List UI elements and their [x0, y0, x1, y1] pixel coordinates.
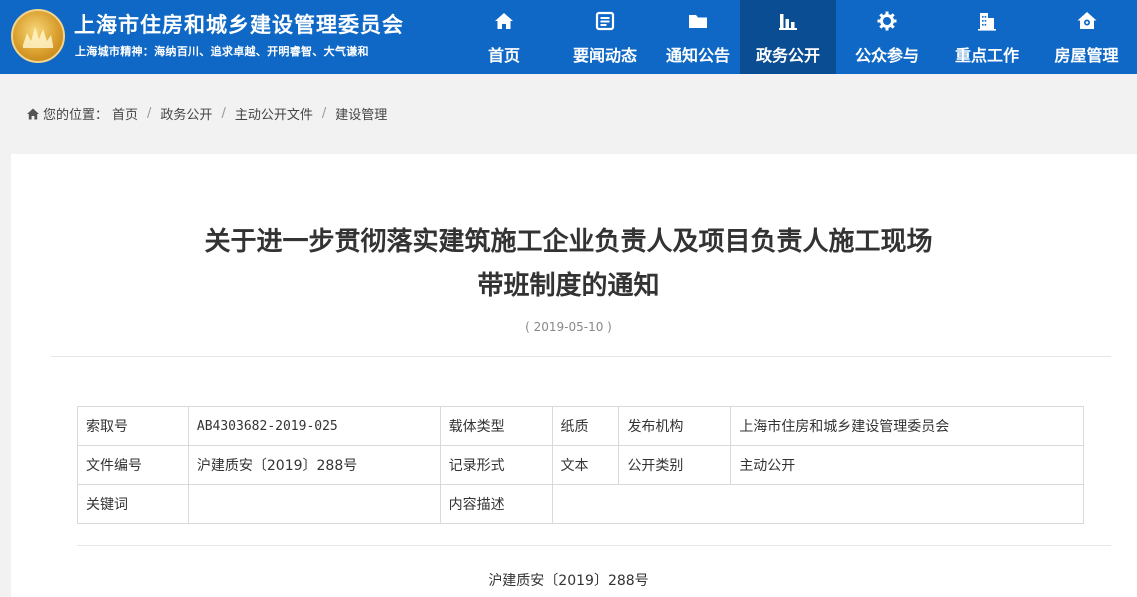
- site-motto: 上海城市精神：海纳百川、追求卓越、开明睿智、大气谦和: [75, 45, 369, 58]
- table-cell-value: 上海市住房和城乡建设管理委员会: [730, 406, 1084, 446]
- table-cell-value: [187, 484, 441, 524]
- logo-emblem-icon: [23, 27, 53, 48]
- article-title-line: 关于进一步贯彻落实建筑施工企业负责人及项目负责人施工现场: [204, 227, 933, 257]
- table-cell-label: 关键词: [77, 484, 189, 524]
- article-panel: 关于进一步贯彻落实建筑施工企业负责人及项目负责人施工现场 带班制度的通知 ( 2…: [11, 154, 1137, 597]
- site-header: 上海市住房和城乡建设管理委员会 上海城市精神：海纳百川、追求卓越、开明睿智、大气…: [0, 0, 1137, 74]
- table-cell-label: 发布机构: [618, 406, 732, 446]
- table-cell-label: 载体类型: [439, 406, 553, 446]
- table-cell-value: [551, 484, 1085, 524]
- table-cell-label: 公开类别: [618, 445, 732, 485]
- home-icon: [27, 108, 39, 119]
- article-title: 关于进一步贯彻落实建筑施工企业负责人及项目负责人施工现场 带班制度的通知: [0, 220, 1137, 308]
- divider: [51, 356, 1111, 357]
- site-title[interactable]: 上海市住房和城乡建设管理委员会: [74, 9, 404, 39]
- breadcrumb-separator: /: [321, 106, 327, 121]
- table-cell-value: 主动公开: [730, 445, 1084, 485]
- folder-icon: [689, 15, 707, 28]
- table-cell-value: 文本: [551, 445, 620, 485]
- breadcrumb-link-public-files[interactable]: 主动公开文件: [235, 104, 313, 123]
- nav-item-news[interactable]: 要闻动态: [554, 0, 656, 74]
- nav-item-public[interactable]: 公众参与: [836, 0, 938, 74]
- article-date: ( 2019-05-10 ): [525, 320, 612, 334]
- table-cell-value: 纸质: [551, 406, 620, 446]
- gear-icon: [877, 11, 897, 31]
- nav-label: 要闻动态: [572, 46, 637, 65]
- nav-item-housing[interactable]: 房屋管理: [1036, 0, 1137, 74]
- table-cell-value: 沪建质安〔2019〕288号: [187, 445, 441, 485]
- house-icon: [1077, 12, 1096, 29]
- breadcrumb-separator: /: [147, 106, 152, 121]
- breadcrumb-link-gov-affairs[interactable]: 政务公开: [160, 104, 212, 123]
- home-icon: [495, 13, 513, 29]
- table-cell-label: 索取号: [77, 406, 189, 446]
- breadcrumb-prefix: 您的位置：: [43, 108, 109, 123]
- nav-label: 首页: [487, 46, 520, 65]
- table-row: 索取号 AB4303682-2019-025 载体类型 纸质 发布机构 上海市住…: [77, 406, 1084, 446]
- table-cell-label: 文件编号: [77, 445, 189, 485]
- document-number: 沪建质安〔2019〕288号: [488, 573, 649, 589]
- table-row: 文件编号 沪建质安〔2019〕288号 记录形式 文本 公开类别 主动公开: [77, 445, 1084, 485]
- chart-icon: [779, 14, 797, 30]
- breadcrumb-link-construction[interactable]: 建设管理: [335, 104, 387, 123]
- nav-item-home[interactable]: 首页: [454, 0, 554, 74]
- divider: [77, 545, 1111, 546]
- nav-label: 重点工作: [954, 46, 1019, 65]
- nav-item-gov-affairs[interactable]: 政务公开: [740, 0, 836, 74]
- nav-item-notices[interactable]: 通知公告: [656, 0, 740, 74]
- table-cell-label: 记录形式: [439, 445, 553, 485]
- main-nav: 首页 要闻动态 通知公告 政务公开 公众参与 重点工作 房屋管理: [454, 0, 1137, 74]
- news-icon: [595, 11, 615, 31]
- table-cell-label: 内容描述: [439, 484, 553, 524]
- nav-label: 房屋管理: [1054, 46, 1119, 65]
- nav-item-key-work[interactable]: 重点工作: [938, 0, 1036, 74]
- nav-label: 政务公开: [755, 46, 820, 65]
- building-icon: [978, 13, 996, 31]
- nav-label: 公众参与: [854, 46, 919, 65]
- breadcrumb: 您的位置： 首页 / 政务公开 / 主动公开文件 / 建设管理: [26, 104, 387, 123]
- nav-label: 通知公告: [665, 46, 730, 65]
- document-info-table: 索取号 AB4303682-2019-025 载体类型 纸质 发布机构 上海市住…: [77, 406, 1085, 524]
- table-row: 关键词 内容描述: [77, 484, 1085, 524]
- breadcrumb-separator: /: [221, 106, 226, 121]
- table-cell-value: AB4303682-2019-025: [187, 406, 441, 446]
- article-title-line: 带班制度的通知: [477, 271, 660, 301]
- breadcrumb-link-home[interactable]: 首页: [112, 104, 138, 123]
- site-logo[interactable]: [11, 9, 65, 63]
